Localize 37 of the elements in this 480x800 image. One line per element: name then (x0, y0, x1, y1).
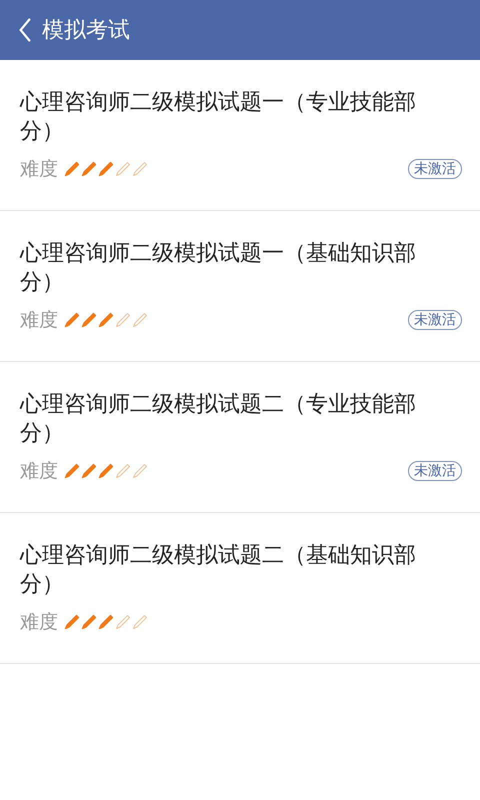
exam-list-item[interactable]: 心理咨询师二级模拟试题二（基础知识部分） 难度 (0, 513, 480, 664)
filled-pencil-icon (98, 463, 114, 479)
outline-pencil-icon (115, 312, 131, 328)
inactive-badge: 未激活 (408, 310, 462, 330)
outline-pencil-icon (132, 463, 148, 479)
filled-pencil-icon (81, 161, 97, 177)
filled-pencil-icon (81, 312, 97, 328)
filled-pencil-icon (98, 312, 114, 328)
exam-title: 心理咨询师二级模拟试题一（专业技能部分） (20, 89, 417, 146)
exam-title: 心理咨询师二级模拟试题二（专业技能部分） (20, 391, 417, 448)
filled-pencil-icon (64, 614, 80, 630)
filled-pencil-icon (64, 312, 80, 328)
page-title: 模拟考试 (42, 17, 130, 45)
filled-pencil-icon (64, 161, 80, 177)
filled-pencil-icon (98, 161, 114, 177)
filled-pencil-icon (98, 614, 114, 630)
difficulty-label: 难度 (20, 459, 58, 484)
outline-pencil-icon (115, 614, 131, 630)
filled-pencil-icon (81, 463, 97, 479)
difficulty-label: 难度 (20, 610, 58, 635)
exam-title: 心理咨询师二级模拟试题一（基础知识部分） (20, 240, 417, 297)
exam-list-item[interactable]: 心理咨询师二级模拟试题二（专业技能部分） 难度 未激活 (0, 362, 480, 513)
difficulty-label: 难度 (20, 157, 58, 182)
filled-pencil-icon (64, 463, 80, 479)
back-icon[interactable] (18, 17, 32, 43)
inactive-badge: 未激活 (408, 159, 462, 179)
filled-pencil-icon (81, 614, 97, 630)
exam-list-item[interactable]: 心理咨询师二级模拟试题一（专业技能部分） 难度 未激活 (0, 60, 480, 211)
exam-list-item[interactable]: 心理咨询师二级模拟试题一（基础知识部分） 难度 未激活 (0, 211, 480, 362)
outline-pencil-icon (132, 161, 148, 177)
outline-pencil-icon (115, 463, 131, 479)
outline-pencil-icon (115, 161, 131, 177)
exam-title: 心理咨询师二级模拟试题二（基础知识部分） (20, 542, 417, 599)
outline-pencil-icon (132, 614, 148, 630)
inactive-badge: 未激活 (408, 461, 462, 481)
difficulty-label: 难度 (20, 308, 58, 333)
outline-pencil-icon (132, 312, 148, 328)
